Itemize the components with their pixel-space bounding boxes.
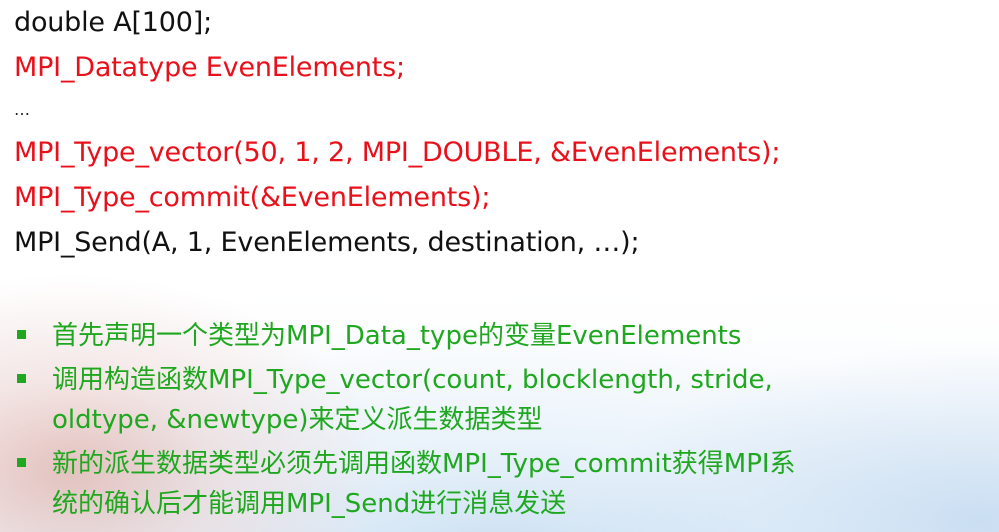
- bullet-text: 调用构造函数MPI_Type_vector(count, blocklength…: [52, 360, 989, 440]
- bullet-line: 调用构造函数MPI_Type_vector(count, blocklength…: [52, 365, 773, 395]
- bullet-line: oldtype, &newtype)来定义派生数据类型: [52, 405, 543, 435]
- code-line-datatype-decl: MPI_Datatype EvenElements;: [14, 52, 405, 83]
- bullet-item: 新的派生数据类型必须先调用函数MPI_Type_commit获得MPI系 统的确…: [14, 444, 989, 524]
- square-bullet-icon: [17, 458, 26, 467]
- bullet-line: 统的确认后才能调用MPI_Send进行消息发送: [52, 489, 567, 519]
- square-bullet-icon: [17, 374, 26, 383]
- bullet-text: 新的派生数据类型必须先调用函数MPI_Type_commit获得MPI系 统的确…: [52, 444, 989, 524]
- bullet-line: 新的派生数据类型必须先调用函数MPI_Type_commit获得MPI系: [52, 449, 796, 479]
- code-block: double A[100]; MPI_Datatype EvenElements…: [14, 0, 780, 265]
- code-line-type-commit: MPI_Type_commit(&EvenElements);: [14, 182, 491, 213]
- bullet-list: 首先声明一个类型为MPI_Data_type的变量EvenElements 调用…: [14, 316, 989, 528]
- code-line-type-vector: MPI_Type_vector(50, 1, 2, MPI_DOUBLE, &E…: [14, 137, 781, 168]
- square-bullet-icon: [17, 330, 26, 339]
- bullet-text: 首先声明一个类型为MPI_Data_type的变量EvenElements: [52, 316, 989, 356]
- code-line-send: MPI_Send(A, 1, EvenElements, destination…: [14, 227, 640, 258]
- bullet-item: 首先声明一个类型为MPI_Data_type的变量EvenElements: [14, 316, 989, 356]
- code-line-ellipsis: …: [14, 100, 30, 119]
- bullet-line: 首先声明一个类型为MPI_Data_type的变量EvenElements: [52, 321, 742, 351]
- bullet-item: 调用构造函数MPI_Type_vector(count, blocklength…: [14, 360, 989, 440]
- code-line-array-decl: double A[100];: [14, 7, 212, 38]
